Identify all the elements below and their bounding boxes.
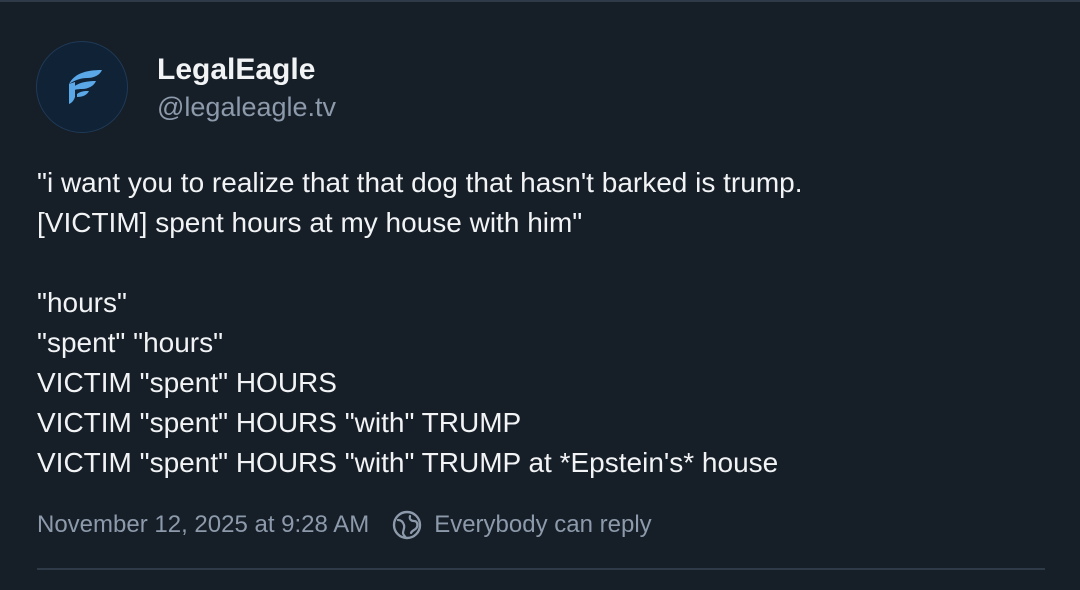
post-line: VICTIM "spent" HOURS "with" TRUMP xyxy=(37,407,522,438)
author-display-name[interactable]: LegalEagle xyxy=(157,51,315,89)
post-meta: November 12, 2025 at 9:28 AM Everybody c… xyxy=(37,505,652,545)
post-line: VICTIM "spent" HOURS "with" TRUMP at *Ep… xyxy=(37,447,779,478)
post-line: "hours" xyxy=(37,287,127,318)
post: LegalEagle @legaleagle.tv "i want you to… xyxy=(0,0,1080,590)
divider xyxy=(37,568,1045,570)
post-line xyxy=(37,243,1047,283)
post-text: "i want you to realize that that dog tha… xyxy=(37,163,1047,483)
post-line: VICTIM "spent" HOURS xyxy=(37,367,337,398)
post-line: [VICTIM] spent hours at my house with hi… xyxy=(37,207,583,238)
reply-setting[interactable]: Everybody can reply xyxy=(434,511,651,539)
post-line: "i want you to realize that that dog tha… xyxy=(37,167,803,198)
avatar[interactable] xyxy=(36,41,128,133)
author-handle[interactable]: @legaleagle.tv xyxy=(157,89,336,125)
globe-icon xyxy=(391,509,423,541)
post-timestamp[interactable]: November 12, 2025 at 9:28 AM xyxy=(37,511,369,539)
post-line: "spent" "hours" xyxy=(37,327,224,358)
legaleagle-logo-icon xyxy=(59,64,105,110)
